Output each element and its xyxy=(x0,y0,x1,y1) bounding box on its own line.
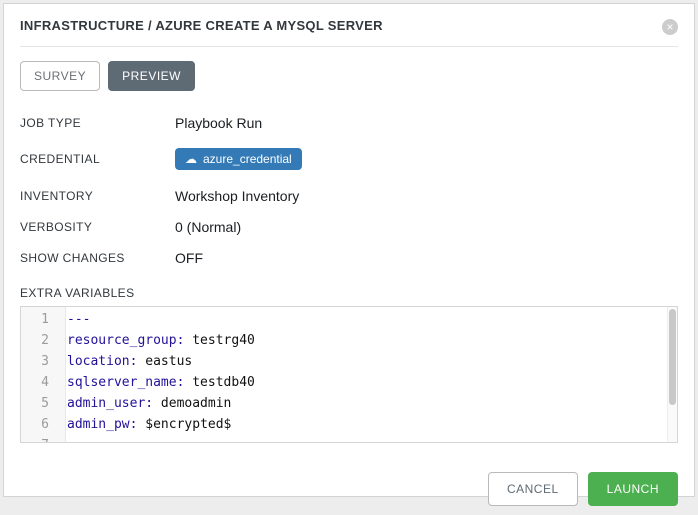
detail-row-inventory: INVENTORY Workshop Inventory xyxy=(20,180,678,211)
code-text: resource_group: testrg40 xyxy=(57,330,255,351)
extra-variables-label: EXTRA VARIABLES xyxy=(20,286,678,300)
inventory-value: Workshop Inventory xyxy=(175,188,299,204)
launch-button[interactable]: LAUNCH xyxy=(588,472,678,506)
code-line: 2resource_group: testrg40 xyxy=(21,330,677,351)
code-line: 7 xyxy=(21,435,677,443)
code-line: 6admin_pw: $encrypted$ xyxy=(21,414,677,435)
scrollbar-thumb[interactable] xyxy=(669,309,676,405)
verbosity-label: VERBOSITY xyxy=(20,220,175,234)
code-text xyxy=(57,435,67,443)
code-text: admin_pw: $encrypted$ xyxy=(57,414,231,435)
code-text: location: eastus xyxy=(57,351,192,372)
show-changes-label: SHOW CHANGES xyxy=(20,251,175,265)
job-details: JOB TYPE Playbook Run CREDENTIAL ☁ azure… xyxy=(20,107,678,273)
credential-badge[interactable]: ☁ azure_credential xyxy=(175,148,302,170)
detail-row-job-type: JOB TYPE Playbook Run xyxy=(20,107,678,138)
job-type-label: JOB TYPE xyxy=(20,116,175,130)
cloud-icon: ☁ xyxy=(185,153,197,165)
tab-survey[interactable]: SURVEY xyxy=(20,61,100,91)
credential-badge-label: azure_credential xyxy=(203,152,292,166)
close-icon[interactable]: × xyxy=(662,19,678,35)
line-number: 5 xyxy=(21,393,57,414)
line-number: 3 xyxy=(21,351,57,372)
modal-footer: CANCEL LAUNCH xyxy=(20,472,678,506)
code-line: 3location: eastus xyxy=(21,351,677,372)
tab-preview[interactable]: PREVIEW xyxy=(108,61,195,91)
verbosity-value: 0 (Normal) xyxy=(175,219,241,235)
detail-row-verbosity: VERBOSITY 0 (Normal) xyxy=(20,211,678,242)
line-number: 7 xyxy=(21,435,57,443)
show-changes-value: OFF xyxy=(175,250,203,266)
code-line: 5admin_user: demoadmin xyxy=(21,393,677,414)
detail-row-show-changes: SHOW CHANGES OFF xyxy=(20,242,678,273)
detail-row-credential: CREDENTIAL ☁ azure_credential xyxy=(20,138,678,180)
code-text: admin_user: demoadmin xyxy=(57,393,231,414)
code-line: 4sqlserver_name: testdb40 xyxy=(21,372,677,393)
extra-variables-editor[interactable]: 1---2resource_group: testrg403location: … xyxy=(20,306,678,443)
code-line: 1--- xyxy=(21,309,677,330)
line-number: 2 xyxy=(21,330,57,351)
credential-value: ☁ azure_credential xyxy=(175,148,302,170)
credential-label: CREDENTIAL xyxy=(20,152,175,166)
line-number: 4 xyxy=(21,372,57,393)
page-title: INFRASTRUCTURE / AZURE CREATE A MYSQL SE… xyxy=(20,18,383,33)
editor-vertical-scrollbar[interactable] xyxy=(667,307,677,442)
code-text: --- xyxy=(57,309,90,330)
cancel-button[interactable]: CANCEL xyxy=(488,472,578,506)
modal-header: INFRASTRUCTURE / AZURE CREATE A MYSQL SE… xyxy=(20,18,678,47)
job-preview-modal: INFRASTRUCTURE / AZURE CREATE A MYSQL SE… xyxy=(3,3,695,497)
tab-bar: SURVEY PREVIEW xyxy=(20,61,678,91)
line-number: 1 xyxy=(21,309,57,330)
inventory-label: INVENTORY xyxy=(20,189,175,203)
code-text: sqlserver_name: testdb40 xyxy=(57,372,255,393)
job-type-value: Playbook Run xyxy=(175,115,262,131)
line-number: 6 xyxy=(21,414,57,435)
code-lines: 1---2resource_group: testrg403location: … xyxy=(21,307,677,443)
